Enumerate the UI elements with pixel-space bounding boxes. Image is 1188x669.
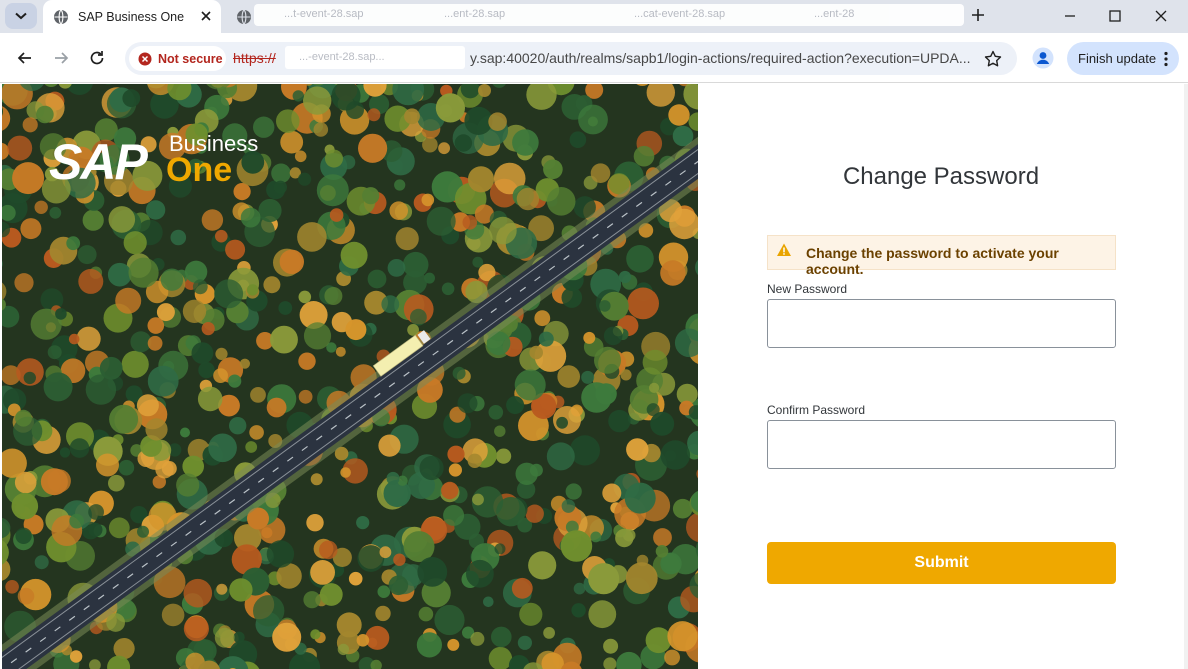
tab-search-button[interactable] [5, 3, 37, 29]
new-tab-icon[interactable] [968, 5, 988, 25]
security-chip[interactable]: Not secure [129, 46, 226, 71]
redacted-text: ...ent-28 [814, 8, 855, 20]
maximize-icon[interactable] [1105, 7, 1125, 25]
profile-avatar-icon[interactable] [1032, 47, 1054, 69]
not-secure-label: Not secure [158, 51, 223, 66]
logo-word-one: One [166, 151, 232, 187]
change-password-panel: Change Password Change the password to a… [698, 84, 1188, 669]
address-bar[interactable]: Not secure https:// ...-event-28.sap... … [125, 42, 1017, 75]
logo-word-sap: SAP [49, 134, 148, 187]
new-password-field[interactable] [767, 299, 1116, 348]
chevron-down-icon [15, 12, 27, 20]
finish-update-label: Finish update [1078, 51, 1157, 66]
page-title: Change Password [842, 163, 1040, 190]
warning-alert: Change the password to activate your acc… [767, 235, 1116, 277]
redacted-text: ...t-event-28.sap [284, 8, 364, 20]
redacted-text: ...ent-28.sap [444, 8, 506, 20]
new-password-label: New Password [767, 282, 848, 296]
redacted-text: ...cat-event-28.sap [634, 8, 726, 20]
url-path: y.sap:40020/auth/realms/sapb1/login-acti… [470, 50, 971, 66]
alert-message: Change the password to activate your acc… [806, 245, 1059, 277]
tab-sap-business-one[interactable]: SAP Business One [43, 0, 221, 33]
tab-strip: SAP Business One ...t-event-28.sap ...en… [0, 0, 1188, 33]
browser-toolbar: Not secure https:// ...-event-28.sap... … [0, 33, 1188, 83]
url-scheme: https:// [233, 50, 276, 66]
warning-triangle-icon [777, 243, 791, 256]
confirm-password-field[interactable] [767, 420, 1116, 469]
url-text: https:// [233, 50, 276, 66]
url-redacted-region: ...-event-28.sap... [285, 46, 465, 69]
finish-update-button[interactable]: Finish update [1067, 42, 1179, 75]
submit-button[interactable]: Submit [767, 542, 1116, 584]
forward-arrow-icon[interactable] [51, 48, 71, 68]
more-vertical-icon [1164, 51, 1168, 67]
error-circle-icon [138, 52, 152, 65]
sap-business-one-logo: SAP Business One [49, 131, 279, 190]
reload-icon[interactable] [87, 48, 107, 68]
globe-icon [54, 9, 68, 24]
scrollbar[interactable] [1184, 84, 1188, 669]
close-icon[interactable] [1151, 7, 1171, 25]
redacted-text: ...-event-28.sap... [299, 51, 385, 63]
redacted-tabs-region: ...t-event-28.sap ...ent-28.sap ...cat-e… [254, 4, 964, 26]
minimize-icon[interactable] [1060, 7, 1080, 25]
close-tab-icon[interactable] [199, 9, 213, 23]
tab-title: SAP Business One [78, 9, 185, 24]
globe-icon [237, 9, 251, 24]
back-arrow-icon[interactable] [15, 48, 35, 68]
confirm-password-label: Confirm Password [767, 403, 866, 417]
bookmark-star-icon[interactable] [983, 49, 1003, 69]
